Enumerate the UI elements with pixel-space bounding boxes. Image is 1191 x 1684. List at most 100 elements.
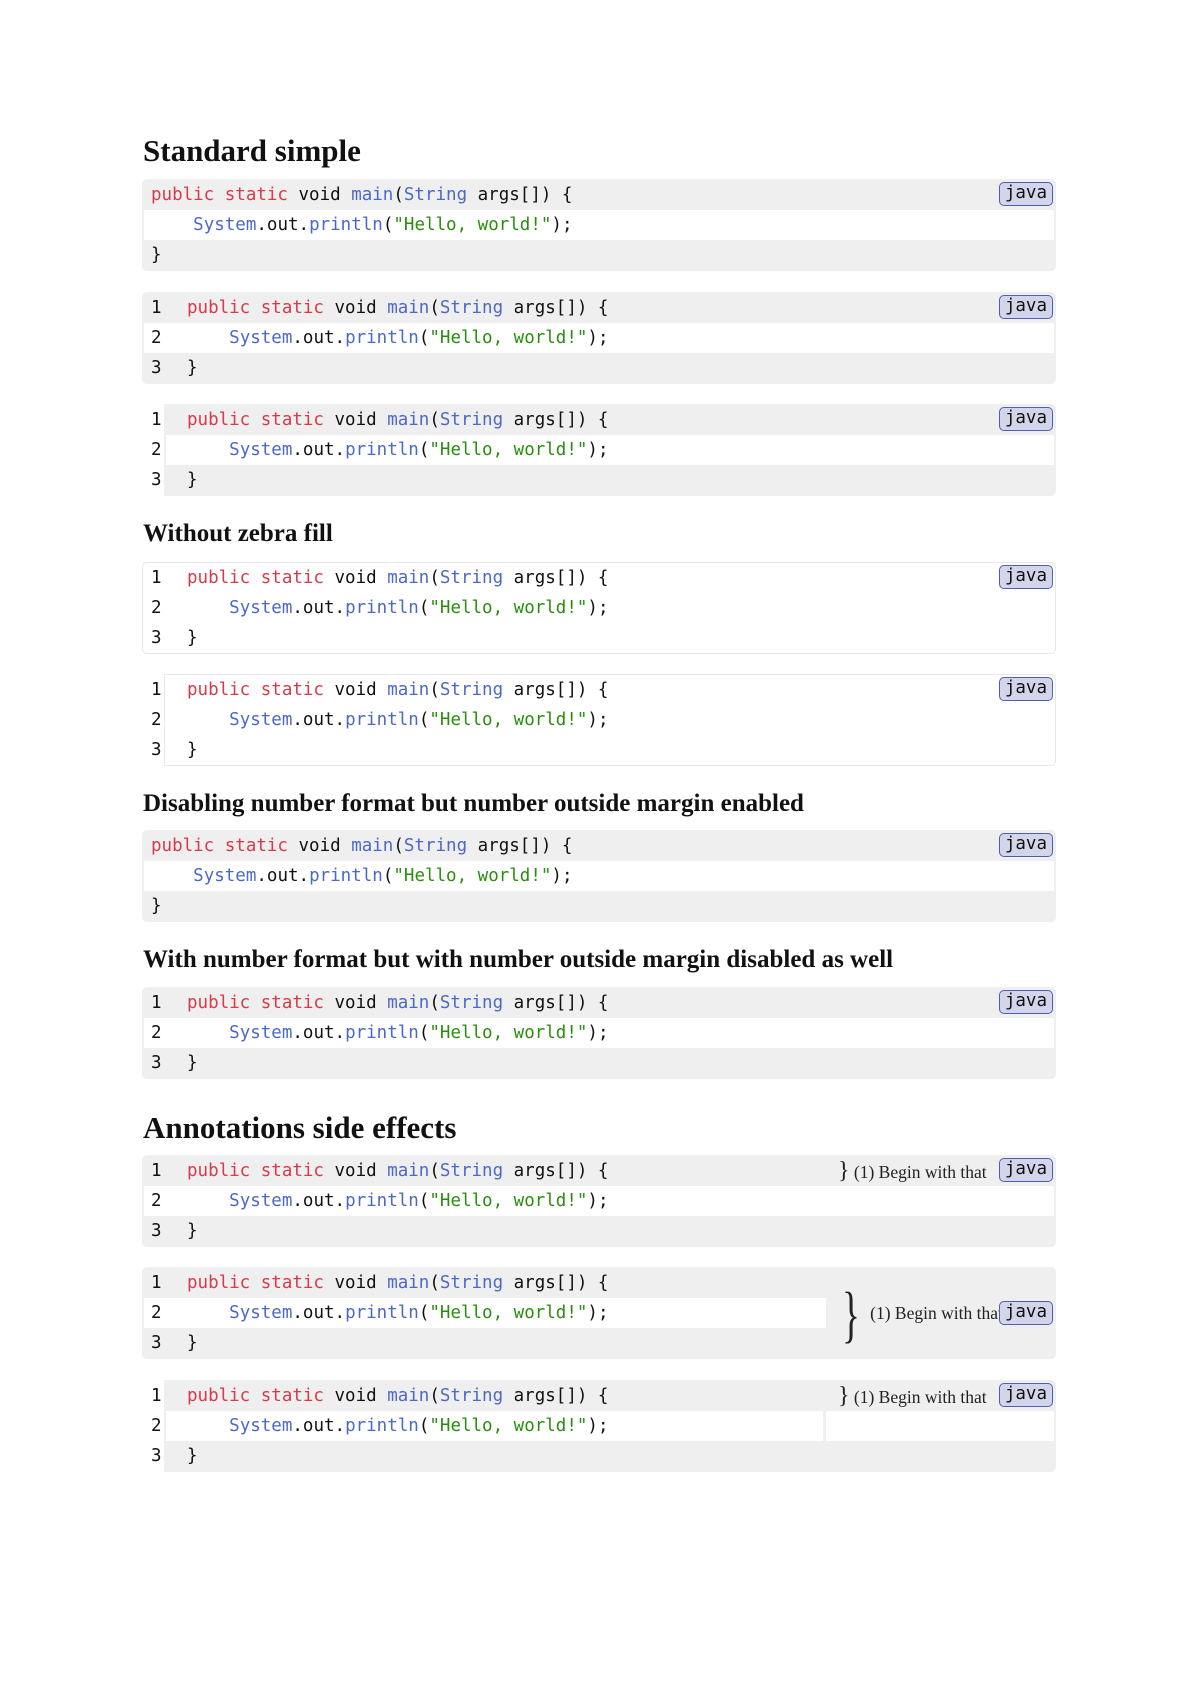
code-token: } bbox=[187, 1333, 198, 1353]
code-token: "Hello, world!" bbox=[429, 328, 588, 348]
code-text: public static void main(String args[]) { bbox=[187, 1381, 608, 1411]
code-token: void bbox=[323, 568, 388, 588]
language-badge: java bbox=[998, 565, 1053, 589]
code-token: ); bbox=[587, 1191, 609, 1211]
code-line: 3} bbox=[142, 1216, 1056, 1246]
code-token: public static bbox=[187, 993, 324, 1013]
code-token: void bbox=[323, 410, 388, 430]
code-token: .out. bbox=[292, 1303, 346, 1323]
code-token: String bbox=[439, 1273, 504, 1293]
code-block: 1 public static void main(String args[]) … bbox=[142, 1155, 1056, 1247]
annotation: } (1) Begin with that bbox=[836, 1277, 1001, 1349]
code-text: public static void main(String args[]) { bbox=[187, 675, 608, 705]
code-token: } bbox=[151, 245, 162, 265]
code-text: System.out.println("Hello, world!"); bbox=[187, 435, 608, 465]
code-token: ( bbox=[429, 1386, 440, 1406]
code-token: ( bbox=[393, 836, 404, 856]
code-token: ( bbox=[418, 1191, 430, 1211]
code-token: System bbox=[229, 710, 293, 730]
line-number: 1 bbox=[151, 568, 162, 588]
code-token: ( bbox=[418, 1303, 430, 1323]
code-token: args[]) { bbox=[503, 568, 609, 588]
code-token: println bbox=[345, 440, 419, 460]
annotation: } (1) Begin with that bbox=[838, 1156, 1003, 1186]
code-token: } bbox=[187, 1221, 198, 1241]
code-line: 3} bbox=[142, 353, 1056, 383]
annotation-brace: } bbox=[838, 1383, 850, 1409]
code-text: System.out.println("Hello, world!"); bbox=[187, 1298, 608, 1328]
code-token: main bbox=[387, 1273, 430, 1293]
code-token: } bbox=[187, 470, 198, 490]
code-block: 1 public static void main(String args[]) … bbox=[142, 562, 1056, 654]
code-block: 1 public static void main(String args[]) … bbox=[142, 292, 1056, 384]
code-token: } bbox=[187, 740, 198, 760]
language-badge: java bbox=[998, 407, 1053, 431]
code-line: 3} bbox=[142, 735, 1056, 765]
code-token: println bbox=[345, 1303, 419, 1323]
code-token: } bbox=[187, 1446, 198, 1466]
code-token: ( bbox=[418, 598, 430, 618]
code-token: String bbox=[439, 1386, 504, 1406]
code-text: } bbox=[187, 1216, 198, 1246]
code-token: public static bbox=[151, 836, 288, 856]
code-token: args[]) { bbox=[503, 298, 609, 318]
code-text: System.out.println("Hello, world!"); bbox=[187, 1018, 608, 1048]
code-block: 1 public static void main(String args[]) … bbox=[142, 1267, 1056, 1359]
code-token: ( bbox=[429, 1273, 440, 1293]
code-token: .out. bbox=[292, 1191, 346, 1211]
code-line: 1 public static void main(String args[]) … bbox=[142, 988, 1056, 1018]
code-token: args[]) { bbox=[503, 1386, 609, 1406]
section-heading: With number format but with number outsi… bbox=[143, 946, 894, 973]
code-token: String bbox=[403, 185, 468, 205]
code-token: args[]) { bbox=[503, 1161, 609, 1181]
code-token: ); bbox=[587, 328, 609, 348]
line-number: 2 bbox=[151, 1191, 162, 1211]
code-text: System.out.println("Hello, world!"); bbox=[151, 861, 572, 891]
code-text: } bbox=[187, 1328, 198, 1358]
code-token: void bbox=[287, 836, 352, 856]
code-token: ( bbox=[418, 328, 430, 348]
code-token: System bbox=[229, 1303, 293, 1323]
code-text: } bbox=[187, 353, 198, 383]
code-token: } bbox=[151, 896, 162, 916]
annotation: } (1) Begin with that bbox=[838, 1381, 1003, 1411]
code-token: String bbox=[439, 298, 504, 318]
code-token: main bbox=[387, 410, 430, 430]
code-token: void bbox=[323, 1386, 388, 1406]
code-text: public static void main(String args[]) { bbox=[187, 988, 608, 1018]
code-token: ( bbox=[429, 680, 440, 700]
code-token: void bbox=[323, 1273, 388, 1293]
code-line: } bbox=[142, 891, 1056, 921]
code-token: ( bbox=[429, 1161, 440, 1181]
code-line: 2 System.out.println("Hello, world!"); bbox=[142, 1186, 1056, 1216]
code-token: ( bbox=[429, 568, 440, 588]
code-token: "Hello, world!" bbox=[429, 1416, 588, 1436]
code-line: 2 System.out.println("Hello, world!"); bbox=[142, 705, 1056, 735]
line-number: 3 bbox=[151, 1221, 162, 1241]
code-token: .out. bbox=[292, 440, 346, 460]
language-badge: java bbox=[998, 833, 1053, 857]
code-token: main bbox=[351, 185, 394, 205]
code-line: 3} bbox=[142, 1048, 1056, 1078]
language-badge: java bbox=[998, 990, 1053, 1014]
code-token: "Hello, world!" bbox=[429, 710, 588, 730]
code-text: public static void main(String args[]) { bbox=[187, 1156, 608, 1186]
code-token: "Hello, world!" bbox=[429, 598, 588, 618]
code-token: ( bbox=[418, 1023, 430, 1043]
code-text: } bbox=[187, 623, 198, 653]
code-token: ( bbox=[418, 440, 430, 460]
code-token: println bbox=[345, 1023, 419, 1043]
language-badge: java bbox=[998, 182, 1053, 206]
code-token: System bbox=[229, 1191, 293, 1211]
code-token: System bbox=[193, 866, 257, 886]
code-token: String bbox=[439, 993, 504, 1013]
code-token: ( bbox=[393, 185, 404, 205]
language-badge: java bbox=[998, 295, 1053, 319]
code-token: .out. bbox=[292, 328, 346, 348]
